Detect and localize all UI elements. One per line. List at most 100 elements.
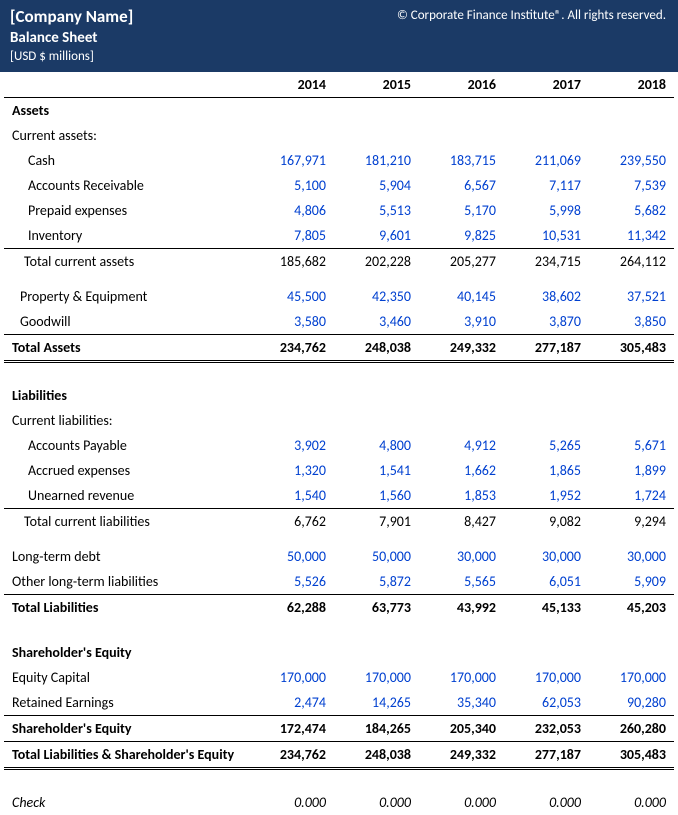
- ltd-2017: 30,000: [504, 544, 589, 569]
- accrued-2016: 1,662: [419, 458, 504, 483]
- ar-2016: 6,567: [419, 173, 504, 198]
- tcl-2016: 8,427: [419, 509, 504, 535]
- re-2017: 62,053: [504, 690, 589, 716]
- ap-2016: 4,912: [419, 433, 504, 458]
- inventory-2014: 7,805: [249, 223, 334, 249]
- te-2015: 184,265: [334, 716, 419, 742]
- row-ap: Accounts Payable 3,902 4,800 4,912 5,265…: [4, 433, 674, 458]
- check-2017: 0.000: [504, 790, 589, 815]
- olt-2018: 5,909: [589, 569, 674, 595]
- tl-2016: 43,992: [419, 595, 504, 621]
- header-bar: [Company Name] © Corporate Finance Insti…: [0, 0, 678, 72]
- label-unearned: Unearned revenue: [4, 483, 249, 509]
- accrued-2014: 1,320: [249, 458, 334, 483]
- row-total-lse: Total Liabilities & Shareholder's Equity…: [4, 742, 674, 769]
- cash-2017: 211,069: [504, 148, 589, 173]
- olt-2015: 5,872: [334, 569, 419, 595]
- prepaid-2014: 4,806: [249, 198, 334, 223]
- tl-2018: 45,203: [589, 595, 674, 621]
- ltd-2014: 50,000: [249, 544, 334, 569]
- row-retained: Retained Earnings 2,474 14,265 35,340 62…: [4, 690, 674, 716]
- tcl-2018: 9,294: [589, 509, 674, 535]
- liabilities-heading-row: Liabilities: [4, 383, 674, 408]
- tlse-2018: 305,483: [589, 742, 674, 769]
- equity-heading-row: Shareholder's Equity: [4, 640, 674, 665]
- check-2014: 0.000: [249, 790, 334, 815]
- assets-heading-row: Assets: [4, 98, 674, 124]
- row-inventory: Inventory 7,805 9,601 9,825 10,531 11,34…: [4, 223, 674, 249]
- row-total-current-assets: Total current assets 185,682 202,228 205…: [4, 249, 674, 275]
- label-total-lse: Total Liabilities & Shareholder's Equity: [4, 742, 249, 769]
- unearned-2014: 1,540: [249, 483, 334, 509]
- inventory-2015: 9,601: [334, 223, 419, 249]
- tca-2016: 205,277: [419, 249, 504, 275]
- cash-2015: 181,210: [334, 148, 419, 173]
- label-accrued: Accrued expenses: [4, 458, 249, 483]
- accrued-2015: 1,541: [334, 458, 419, 483]
- row-ppe: Property & Equipment 45,500 42,350 40,14…: [4, 284, 674, 309]
- ta-2014: 234,762: [249, 335, 334, 362]
- label-total-current-liabilities: Total current liabilities: [4, 509, 249, 535]
- ppe-2016: 40,145: [419, 284, 504, 309]
- ltd-2018: 30,000: [589, 544, 674, 569]
- te-2014: 172,474: [249, 716, 334, 742]
- ec-2014: 170,000: [249, 665, 334, 690]
- ltd-2016: 30,000: [419, 544, 504, 569]
- ap-2014: 3,902: [249, 433, 334, 458]
- tcl-2014: 6,762: [249, 509, 334, 535]
- label-other-lt: Other long-term liabilities: [4, 569, 249, 595]
- cash-2016: 183,715: [419, 148, 504, 173]
- year-2016: 2016: [419, 72, 504, 98]
- ap-2017: 5,265: [504, 433, 589, 458]
- ppe-2015: 42,350: [334, 284, 419, 309]
- inventory-2017: 10,531: [504, 223, 589, 249]
- ar-2014: 5,100: [249, 173, 334, 198]
- goodwill-2015: 3,460: [334, 309, 419, 335]
- ap-2018: 5,671: [589, 433, 674, 458]
- liabilities-heading: Liabilities: [4, 383, 249, 408]
- copyright: © Corporate Finance Institute®. All righ…: [397, 8, 666, 23]
- year-2018: 2018: [589, 72, 674, 98]
- goodwill-2017: 3,870: [504, 309, 589, 335]
- assets-heading: Assets: [4, 98, 249, 124]
- row-check: Check 0.000 0.000 0.000 0.000 0.000: [4, 790, 674, 815]
- current-assets-heading-row: Current assets:: [4, 123, 674, 148]
- re-2018: 90,280: [589, 690, 674, 716]
- cash-2018: 239,550: [589, 148, 674, 173]
- accrued-2018: 1,899: [589, 458, 674, 483]
- ppe-2014: 45,500: [249, 284, 334, 309]
- ta-2017: 277,187: [504, 335, 589, 362]
- te-2016: 205,340: [419, 716, 504, 742]
- row-prepaid: Prepaid expenses 4,806 5,513 5,170 5,998…: [4, 198, 674, 223]
- page-subtitle: [USD $ millions]: [10, 49, 668, 64]
- re-2014: 2,474: [249, 690, 334, 716]
- tca-2017: 234,715: [504, 249, 589, 275]
- label-ar: Accounts Receivable: [4, 173, 249, 198]
- label-ap: Accounts Payable: [4, 433, 249, 458]
- prepaid-2015: 5,513: [334, 198, 419, 223]
- prepaid-2018: 5,682: [589, 198, 674, 223]
- cash-2014: 167,971: [249, 148, 334, 173]
- unearned-2018: 1,724: [589, 483, 674, 509]
- label-inventory: Inventory: [4, 223, 249, 249]
- tl-2014: 62,288: [249, 595, 334, 621]
- label-ppe: Property & Equipment: [4, 284, 249, 309]
- ec-2015: 170,000: [334, 665, 419, 690]
- tca-2015: 202,228: [334, 249, 419, 275]
- row-total-current-liabilities: Total current liabilities 6,762 7,901 8,…: [4, 509, 674, 535]
- label-total-current-assets: Total current assets: [4, 249, 249, 275]
- ta-2018: 305,483: [589, 335, 674, 362]
- year-header-row: 2014 2015 2016 2017 2018: [4, 72, 674, 98]
- olt-2014: 5,526: [249, 569, 334, 595]
- year-2015: 2015: [334, 72, 419, 98]
- page-title: Balance Sheet: [10, 29, 668, 47]
- row-total-liabilities: Total Liabilities 62,288 63,773 43,992 4…: [4, 595, 674, 621]
- tlse-2015: 248,038: [334, 742, 419, 769]
- ppe-2017: 38,602: [504, 284, 589, 309]
- row-other-lt: Other long-term liabilities 5,526 5,872 …: [4, 569, 674, 595]
- row-cash: Cash 167,971 181,210 183,715 211,069 239…: [4, 148, 674, 173]
- row-unearned: Unearned revenue 1,540 1,560 1,853 1,952…: [4, 483, 674, 509]
- re-2016: 35,340: [419, 690, 504, 716]
- equity-heading: Shareholder's Equity: [4, 640, 249, 665]
- tlse-2017: 277,187: [504, 742, 589, 769]
